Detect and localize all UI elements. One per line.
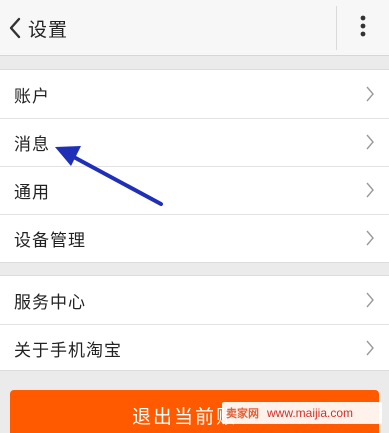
settings-group-service: 服务中心 关于手机淘宝 [0,275,389,371]
header-divider [336,6,337,50]
settings-page: 设置 账户 消息 通用 设备管理 服务中心 关于手机淘宝 退出当前账 卖家网 w… [0,0,389,433]
settings-item-label: 关于手机淘宝 [14,340,122,361]
chevron-right-icon [366,230,374,246]
settings-item-about[interactable]: 关于手机淘宝 [0,324,389,372]
chevron-right-icon [366,86,374,102]
settings-group-account: 账户 消息 通用 设备管理 [0,69,389,263]
settings-item-general[interactable]: 通用 [0,166,389,214]
settings-item-label: 设备管理 [14,230,86,251]
chevron-right-icon [366,134,374,150]
page-title: 设置 [28,18,69,41]
more-options-button[interactable] [338,6,388,50]
back-button[interactable]: 设置 [4,10,68,46]
watermark-logo: 卖家网 [226,407,259,420]
chevron-right-icon [366,340,374,356]
settings-item-label: 服务中心 [14,292,86,313]
watermark: 卖家网 www.maijia.com [222,402,382,424]
settings-item-messages[interactable]: 消息 [0,118,389,166]
chevron-right-icon [366,292,374,308]
watermark-url: www.maijia.com [267,406,354,420]
settings-item-device-management[interactable]: 设备管理 [0,214,389,262]
settings-item-account[interactable]: 账户 [0,70,389,118]
top-bar: 设置 [0,0,389,56]
settings-item-label: 通用 [14,182,50,203]
settings-item-label: 消息 [14,134,50,155]
vertical-ellipsis-icon [360,15,366,41]
settings-item-label: 账户 [14,86,50,107]
chevron-left-icon [4,13,26,43]
settings-item-service-center[interactable]: 服务中心 [0,276,389,324]
chevron-right-icon [366,182,374,198]
